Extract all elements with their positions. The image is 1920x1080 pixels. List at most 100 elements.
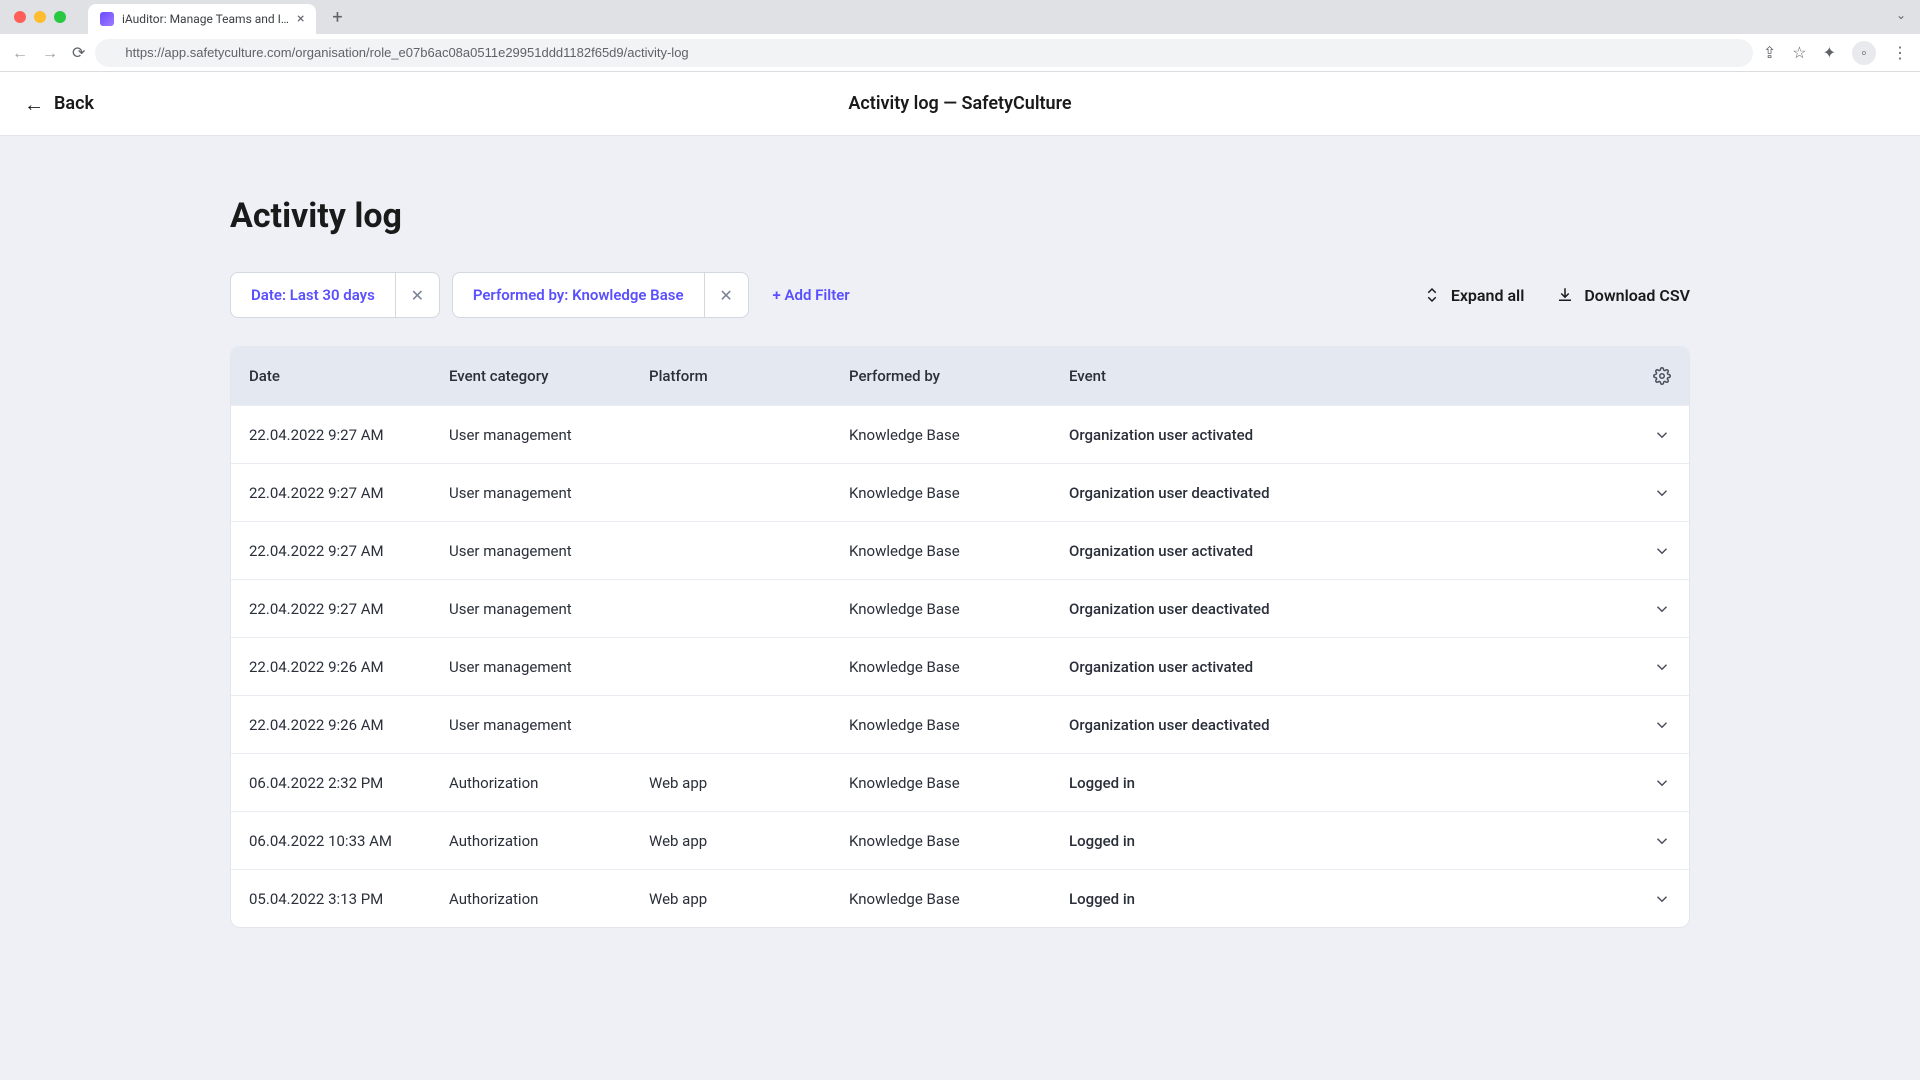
add-filter-button[interactable]: + Add Filter	[759, 272, 864, 318]
nav-back-button[interactable]: ←	[12, 45, 28, 61]
activity-log-table: Date Event category Platform Performed b…	[230, 346, 1690, 928]
browser-tab-title: iAuditor: Manage Teams and I…	[122, 12, 289, 26]
cell-category: Authorization	[449, 774, 649, 792]
nav-forward-button[interactable]: →	[42, 45, 58, 61]
table-row[interactable]: 22.04.2022 9:27 AMUser management Knowled…	[231, 521, 1689, 579]
cell-performed-by: Knowledge Base	[849, 774, 1069, 792]
cell-category: User management	[449, 716, 649, 734]
cell-category: User management	[449, 542, 649, 560]
filter-chip-label[interactable]: Date: Last 30 days	[231, 273, 395, 317]
filter-chip-remove[interactable]: ✕	[704, 273, 748, 317]
close-tab-button[interactable]: ×	[297, 12, 304, 26]
share-icon[interactable]: ⇪	[1763, 43, 1776, 62]
kebab-menu-icon[interactable]: ⋮	[1892, 43, 1908, 62]
filter-chip-label[interactable]: Performed by: Knowledge Base	[453, 273, 704, 317]
cell-date: 22.04.2022 9:26 AM	[249, 658, 449, 676]
cell-platform: Web app	[649, 774, 849, 792]
arrow-left-icon: ←	[24, 94, 44, 114]
cell-event: Organization user activated	[1069, 426, 1611, 444]
expand-row-button[interactable]	[1653, 832, 1671, 850]
page-title: Activity log	[230, 196, 1690, 236]
favicon-icon	[100, 12, 114, 26]
download-csv-button[interactable]: Download CSV	[1556, 286, 1690, 305]
table-row[interactable]: 05.04.2022 3:13 PMAuthorizationWeb appKn…	[231, 869, 1689, 927]
table-row[interactable]: 22.04.2022 9:26 AMUser management Knowled…	[231, 637, 1689, 695]
cell-date: 06.04.2022 10:33 AM	[249, 832, 449, 850]
expand-row-button[interactable]	[1653, 484, 1671, 502]
col-date: Date	[249, 367, 449, 385]
cell-date: 05.04.2022 3:13 PM	[249, 890, 449, 908]
table-settings-button[interactable]	[1653, 367, 1671, 385]
filter-chip: Performed by: Knowledge Base✕	[452, 272, 749, 318]
expand-row-button[interactable]	[1653, 542, 1671, 560]
browser-toolbar: ← → ⟳ 🔒 ⇪ ☆ ✦ ◦ ⋮	[0, 34, 1920, 72]
cell-performed-by: Knowledge Base	[849, 484, 1069, 502]
window-minimize-button[interactable]	[34, 11, 46, 23]
app-header: ← Back Activity log — SafetyCulture	[0, 72, 1920, 136]
new-tab-button[interactable]: +	[324, 4, 350, 30]
cell-category: User management	[449, 658, 649, 676]
table-header-row: Date Event category Platform Performed b…	[231, 347, 1689, 405]
cell-event: Logged in	[1069, 890, 1611, 908]
cell-date: 06.04.2022 2:32 PM	[249, 774, 449, 792]
filter-bar: Date: Last 30 days✕Performed by: Knowled…	[230, 272, 749, 318]
expand-row-button[interactable]	[1653, 658, 1671, 676]
window-close-button[interactable]	[14, 11, 26, 23]
cell-event: Logged in	[1069, 832, 1611, 850]
cell-performed-by: Knowledge Base	[849, 542, 1069, 560]
cell-performed-by: Knowledge Base	[849, 890, 1069, 908]
cell-category: Authorization	[449, 832, 649, 850]
url-input[interactable]	[95, 39, 1752, 67]
cell-date: 22.04.2022 9:27 AM	[249, 484, 449, 502]
cell-date: 22.04.2022 9:27 AM	[249, 600, 449, 618]
cell-event: Organization user deactivated	[1069, 484, 1611, 502]
profile-avatar[interactable]: ◦	[1852, 41, 1876, 65]
browser-tab-strip: iAuditor: Manage Teams and I… × + ⌄	[0, 0, 1920, 34]
expand-all-button[interactable]: Expand all	[1423, 286, 1525, 305]
col-platform: Platform	[649, 367, 849, 385]
cell-platform: Web app	[649, 890, 849, 908]
extensions-icon[interactable]: ✦	[1823, 43, 1836, 62]
cell-category: Authorization	[449, 890, 649, 908]
back-button[interactable]: ← Back	[24, 93, 94, 114]
window-traffic-lights	[14, 11, 66, 23]
filter-chip-remove[interactable]: ✕	[395, 273, 439, 317]
expand-all-label: Expand all	[1451, 286, 1525, 305]
expand-row-button[interactable]	[1653, 774, 1671, 792]
cell-performed-by: Knowledge Base	[849, 658, 1069, 676]
download-csv-label: Download CSV	[1584, 286, 1690, 305]
cell-event: Organization user activated	[1069, 542, 1611, 560]
download-icon	[1556, 286, 1574, 304]
cell-date: 22.04.2022 9:26 AM	[249, 716, 449, 734]
cell-performed-by: Knowledge Base	[849, 600, 1069, 618]
table-row[interactable]: 06.04.2022 2:32 PMAuthorizationWeb appKn…	[231, 753, 1689, 811]
cell-event: Organization user deactivated	[1069, 716, 1611, 734]
tabs-dropdown-button[interactable]: ⌄	[1896, 8, 1906, 22]
cell-event: Organization user deactivated	[1069, 600, 1611, 618]
window-zoom-button[interactable]	[54, 11, 66, 23]
cell-category: User management	[449, 426, 649, 444]
cell-category: User management	[449, 484, 649, 502]
back-label: Back	[54, 93, 94, 114]
col-category: Event category	[449, 367, 649, 385]
filter-chip: Date: Last 30 days✕	[230, 272, 440, 318]
expand-row-button[interactable]	[1653, 890, 1671, 908]
expand-row-button[interactable]	[1653, 426, 1671, 444]
bookmark-icon[interactable]: ☆	[1792, 43, 1806, 62]
cell-performed-by: Knowledge Base	[849, 426, 1069, 444]
expand-row-button[interactable]	[1653, 716, 1671, 734]
cell-event: Logged in	[1069, 774, 1611, 792]
table-row[interactable]: 22.04.2022 9:27 AMUser managementKnowled…	[231, 405, 1689, 463]
table-row[interactable]: 22.04.2022 9:26 AMUser managementKnowled…	[231, 695, 1689, 753]
table-row[interactable]: 22.04.2022 9:27 AMUser management Knowled…	[231, 463, 1689, 521]
expand-row-button[interactable]	[1653, 600, 1671, 618]
table-row[interactable]: 06.04.2022 10:33 AMAuthorizationWeb appK…	[231, 811, 1689, 869]
cell-date: 22.04.2022 9:27 AM	[249, 542, 449, 560]
expand-collapse-icon	[1423, 286, 1441, 304]
table-row[interactable]: 22.04.2022 9:27 AMUser managementKnowled…	[231, 579, 1689, 637]
content-scroll[interactable]: Activity log Date: Last 30 days✕Performe…	[0, 136, 1920, 1080]
browser-tab[interactable]: iAuditor: Manage Teams and I… ×	[88, 4, 316, 34]
toolbar: Date: Last 30 days✕Performed by: Knowled…	[230, 272, 1690, 318]
col-event: Event	[1069, 367, 1611, 385]
nav-reload-button[interactable]: ⟳	[72, 45, 85, 61]
